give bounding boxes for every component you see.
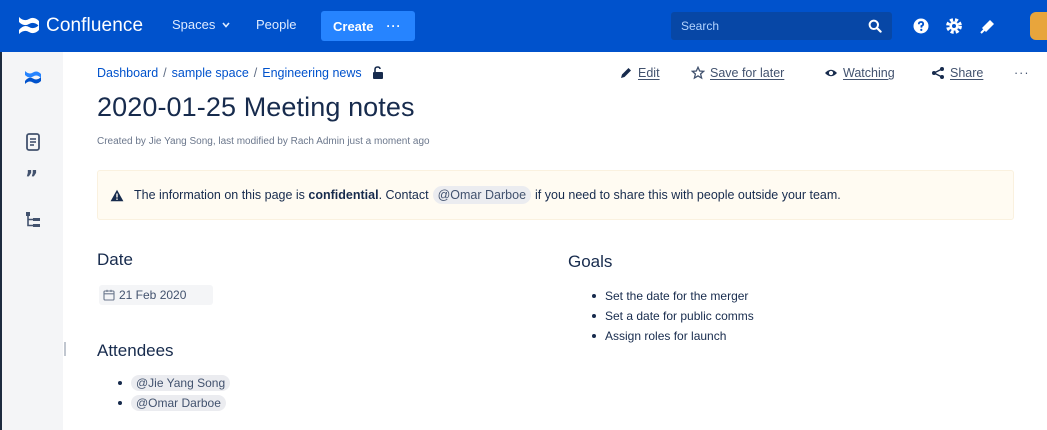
breadcrumb-separator: / <box>253 66 258 80</box>
sidebar-resize-handle[interactable] <box>64 342 66 356</box>
create-button[interactable]: Create ··· <box>321 11 415 41</box>
save-label: Save for later <box>710 66 785 80</box>
watching-button[interactable]: Watching <box>824 66 895 80</box>
search-input[interactable]: Search <box>671 12 892 40</box>
left-sidebar: ” <box>0 52 66 430</box>
panel-text-bold: confidential <box>308 188 379 202</box>
breadcrumb-separator: / <box>163 66 167 80</box>
create-label: Create <box>333 18 374 34</box>
warning-panel: The information on this page is confiden… <box>97 170 1014 220</box>
edit-label: Edit <box>638 66 660 80</box>
attendee-mention[interactable]: @Omar Darboe <box>131 395 226 411</box>
logo-text: Confluence <box>46 15 144 36</box>
calendar-icon <box>103 289 115 301</box>
goal-item: Set the date for the merger <box>585 286 754 306</box>
warning-icon <box>110 189 124 201</box>
settings-icon[interactable] <box>945 17 963 35</box>
panel-text-suffix: if you need to share this with people ou… <box>535 188 841 202</box>
goals-list: Set the date for the merger Set a date f… <box>585 286 754 346</box>
help-icon[interactable] <box>912 17 930 35</box>
user-mention[interactable]: @Omar Darboe <box>432 186 532 204</box>
share-label: Share <box>950 66 984 80</box>
blog-quote-icon[interactable]: ” <box>23 168 43 188</box>
date-value: 21 Feb 2020 <box>119 288 187 302</box>
panel-text-prefix: The information on this page is <box>134 188 305 202</box>
confluence-logo-icon <box>19 17 39 34</box>
pages-icon[interactable] <box>23 132 43 152</box>
page-tree-icon[interactable] <box>23 210 43 230</box>
more-actions-button[interactable]: ··· <box>1014 66 1030 80</box>
user-avatar[interactable] <box>1030 12 1047 40</box>
people-label: People <box>256 17 297 32</box>
attendee-item: @Jie Yang Song <box>111 373 231 393</box>
notification-icon[interactable] <box>979 17 997 35</box>
date-lozenge[interactable]: 21 Feb 2020 <box>99 285 213 305</box>
edit-button[interactable]: Edit <box>619 66 660 80</box>
confluence-home-icon[interactable] <box>23 68 43 88</box>
goals-heading: Goals <box>568 252 613 271</box>
people-link[interactable]: People <box>256 17 296 32</box>
search-placeholder: Search <box>681 19 720 33</box>
breadcrumb: Dashboard / sample space / Engineering n… <box>97 66 384 80</box>
goal-item: Set a date for public comms <box>585 306 754 326</box>
attendees-list: @Jie Yang Song @Omar Darboe <box>111 373 231 413</box>
page-title: 2020-01-25 Meeting notes <box>97 92 415 122</box>
share-icon <box>932 67 944 79</box>
eye-icon <box>825 69 837 77</box>
breadcrumb-space[interactable]: sample space <box>172 66 249 80</box>
spaces-label: Spaces <box>172 17 216 32</box>
breadcrumb-dashboard[interactable]: Dashboard <box>97 66 158 80</box>
pencil-icon <box>621 68 631 78</box>
watching-label: Watching <box>843 66 895 80</box>
svg-text:”: ” <box>25 168 38 188</box>
panel-text-mid: . Contact <box>378 188 429 202</box>
unlocked-restrictions-icon[interactable] <box>372 66 384 80</box>
goal-item: Assign roles for launch <box>585 326 754 346</box>
attendee-item: @Omar Darboe <box>111 393 230 413</box>
attendee-mention[interactable]: @Jie Yang Song <box>131 375 231 391</box>
page-byline: Created by Jie Yang Song, last modified … <box>97 136 430 147</box>
spaces-menu[interactable]: Spaces <box>172 17 230 32</box>
breadcrumb-parent-page[interactable]: Engineering news <box>262 66 361 80</box>
search-icon[interactable] <box>868 19 882 33</box>
star-icon <box>691 66 705 80</box>
create-more-button[interactable]: ··· <box>386 19 401 33</box>
confluence-logo[interactable]: Confluence <box>16 13 143 39</box>
attendees-heading: Attendees <box>97 341 174 360</box>
date-heading: Date <box>97 250 133 269</box>
chevron-down-icon <box>222 21 230 28</box>
save-for-later-button[interactable]: Save for later <box>691 66 784 80</box>
top-navigation-bar: Confluence Spaces People Create ··· Sear… <box>0 0 1047 52</box>
share-button[interactable]: Share <box>931 66 983 80</box>
